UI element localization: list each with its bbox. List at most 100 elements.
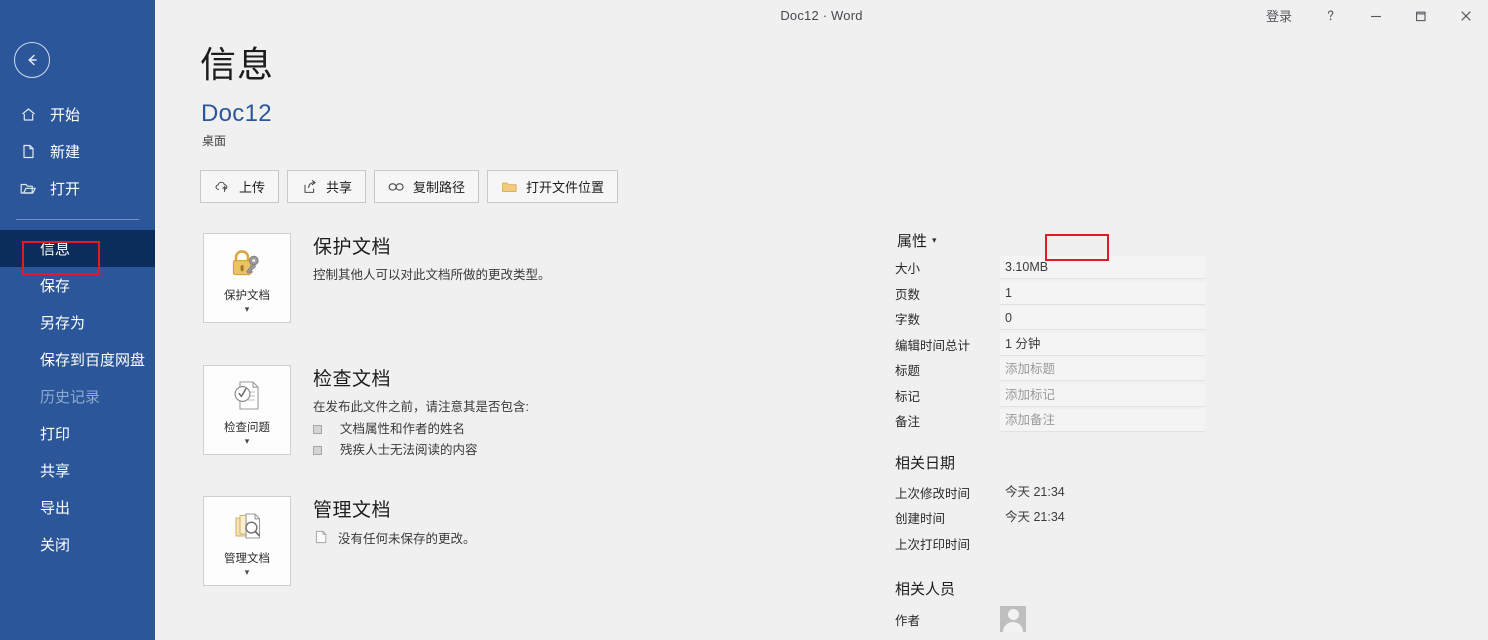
property-value[interactable]: 添加备注	[1000, 409, 1205, 433]
open-folder-icon	[18, 179, 38, 199]
manage-document-section: 管理文档 ▾ 管理文档 没有任何未保存的更改。	[203, 496, 823, 586]
sidebar-item-new[interactable]: 新建	[0, 133, 155, 170]
property-key: 创建时间	[895, 512, 946, 527]
sidebar-item-print[interactable]: 打印	[0, 415, 155, 452]
sidebar-item-save-to-baidu-netdisk[interactable]: 保存到百度网盘	[0, 341, 155, 378]
document-icon	[313, 529, 329, 545]
document-name: Doc12	[201, 100, 272, 127]
properties-dropdown[interactable]: 属性 ▾	[895, 228, 953, 255]
action-label: 打开文件位置	[526, 180, 605, 195]
section-description: 没有任何未保存的更改。	[338, 532, 476, 546]
chevron-down-icon[interactable]: ▾	[245, 436, 250, 446]
table-row: 大小 3.10MB	[895, 255, 1205, 281]
list-item-label: 残疾人士无法阅读的内容	[340, 443, 478, 457]
sidebar-item-label: 打印	[40, 426, 71, 443]
minimize-icon[interactable]	[1353, 0, 1398, 31]
sidebar-divider	[16, 219, 139, 220]
inspect-document-section: 检查问题 ▾ 检查文档 在发布此文件之前，请注意其是否包含: 文档属性和作者的姓…	[203, 365, 823, 461]
document-actions-toolbar: 上传 共享 复制路径 打开文件位置	[200, 170, 619, 203]
list-item: 文档属性和作者的姓名	[313, 419, 529, 440]
property-key: 备注	[895, 415, 921, 430]
property-value[interactable]: 添加标记	[1000, 383, 1205, 407]
sidebar-item-home[interactable]: 开始	[0, 96, 155, 133]
sidebar-item-open[interactable]: 打开	[0, 170, 155, 207]
related-dates-block: 相关日期 上次修改时间 今天 21:34 创建时间 今天 21:34 上次打印时…	[895, 452, 1205, 557]
inspect-issue-list: 文档属性和作者的姓名 残疾人士无法阅读的内容	[313, 419, 529, 461]
backstage-sidebar: 开始 新建 打开 信息 保存 另存为 保存到百度网盘 历史记录 打印 共享 导出…	[0, 0, 155, 640]
property-value[interactable]: 3.10MB	[1000, 256, 1205, 280]
section-title: 保护文档	[313, 237, 392, 258]
property-value[interactable]: 0	[1000, 307, 1205, 331]
sign-in-button[interactable]: 登录	[1250, 0, 1308, 31]
section-title: 相关人员	[895, 581, 956, 598]
check-for-issues-button[interactable]: 检查问题 ▾	[203, 365, 291, 455]
new-document-icon	[18, 142, 38, 162]
word-backstage-info-screen: 开始 新建 打开 信息 保存 另存为 保存到百度网盘 历史记录 打印 共享 导出…	[0, 0, 1488, 640]
property-value[interactable]: 添加标题	[1000, 358, 1205, 382]
bullet-square-icon	[313, 425, 322, 434]
table-row: 备注 添加备注	[895, 408, 1205, 434]
properties-table: 大小 3.10MB 页数 1 字数 0 编辑时间总计 1 分钟 标题 添加标题 …	[895, 255, 1205, 434]
sidebar-item-close[interactable]: 关闭	[0, 526, 155, 563]
sidebar-item-label: 历史记录	[40, 389, 101, 406]
property-key: 大小	[895, 262, 921, 277]
sidebar-item-save[interactable]: 保存	[0, 267, 155, 304]
section-title: 检查文档	[313, 369, 392, 390]
sidebar-item-export[interactable]: 导出	[0, 489, 155, 526]
sidebar-item-label: 新建	[50, 144, 81, 161]
protect-document-button[interactable]: 保护文档 ▾	[203, 233, 291, 323]
table-row: 上次修改时间 今天 21:34	[895, 480, 1205, 506]
share-button[interactable]: 共享	[287, 170, 367, 203]
property-value[interactable]: 1	[1000, 281, 1205, 305]
section-description: 控制其他人可以对此文档所做的更改类型。	[313, 268, 551, 282]
manage-document-button[interactable]: 管理文档 ▾	[203, 496, 291, 586]
property-key: 编辑时间总计	[895, 338, 971, 353]
table-row: 标题 添加标题	[895, 357, 1205, 383]
action-label: 上传	[239, 180, 266, 195]
table-row: 上次打印时间	[895, 531, 1205, 557]
window-controls: 登录	[1250, 0, 1488, 31]
chevron-down-icon[interactable]: ▾	[245, 567, 250, 577]
property-value	[1000, 532, 1205, 555]
restore-icon[interactable]	[1398, 0, 1443, 31]
sidebar-item-label: 共享	[40, 463, 71, 480]
sidebar-item-label: 保存到百度网盘	[40, 352, 146, 369]
properties-panel: 属性 ▾ 大小 3.10MB 页数 1 字数 0 编辑时间总计 1 分钟 标题 …	[895, 228, 1205, 632]
section-description: 在发布此文件之前，请注意其是否包含:	[313, 400, 529, 414]
chevron-down-icon[interactable]: ▾	[932, 235, 937, 246]
property-key: 字数	[895, 313, 921, 328]
back-arrow-icon[interactable]	[14, 42, 50, 78]
help-icon[interactable]	[1308, 0, 1353, 31]
property-key: 上次打印时间	[895, 537, 971, 552]
property-key: 作者	[895, 613, 921, 628]
sidebar-item-label: 导出	[40, 500, 71, 517]
share-icon	[301, 178, 318, 195]
sidebar-nav-main: 信息 保存 另存为 保存到百度网盘 历史记录 打印 共享 导出 关闭	[0, 230, 155, 563]
list-item: 残疾人士无法阅读的内容	[313, 440, 529, 461]
protect-document-section: 保护文档 ▾ 保护文档 控制其他人可以对此文档所做的更改类型。	[203, 233, 823, 323]
properties-heading: 属性	[897, 233, 928, 250]
upload-button[interactable]: 上传	[200, 170, 280, 203]
user-avatar-icon	[1000, 606, 1026, 632]
property-key: 页数	[895, 287, 921, 302]
action-label: 共享	[326, 180, 353, 195]
tile-label: 保护文档	[224, 290, 270, 302]
tile-label: 管理文档	[224, 553, 270, 565]
chevron-down-icon[interactable]: ▾	[245, 304, 250, 314]
open-file-location-button[interactable]: 打开文件位置	[487, 170, 619, 203]
sidebar-item-label: 关闭	[40, 537, 71, 554]
sidebar-item-info[interactable]: 信息	[0, 230, 155, 267]
copy-path-button[interactable]: 复制路径	[374, 170, 480, 203]
home-icon	[18, 105, 38, 125]
property-key: 标记	[895, 389, 921, 404]
sidebar-item-save-as[interactable]: 另存为	[0, 304, 155, 341]
lock-key-icon	[226, 244, 268, 284]
property-value[interactable]: 1 分钟	[1000, 332, 1205, 356]
close-icon[interactable]	[1443, 0, 1488, 31]
folder-icon	[501, 178, 518, 195]
window-title-bar: Doc12 · Word 登录	[155, 0, 1488, 31]
sidebar-item-label: 打开	[50, 181, 81, 198]
sidebar-item-share[interactable]: 共享	[0, 452, 155, 489]
property-value: 今天 21:34	[1005, 484, 1065, 499]
tile-label: 检查问题	[224, 422, 270, 434]
